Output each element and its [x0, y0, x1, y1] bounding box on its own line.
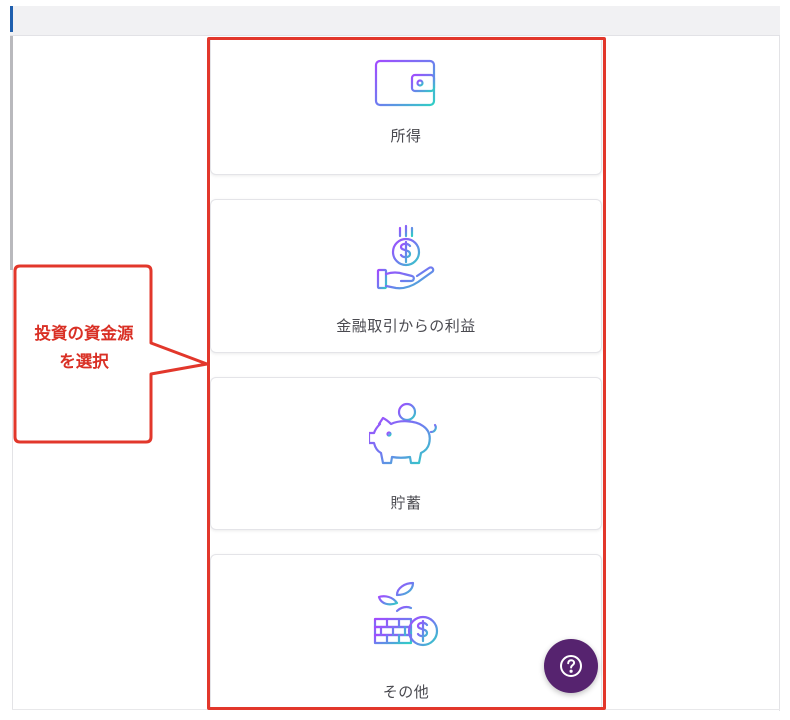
wallet-icon [374, 57, 438, 113]
option-label: その他 [382, 683, 430, 701]
hand-coin-icon [374, 224, 438, 296]
option-label: 貯蓄 [390, 494, 422, 512]
option-card-income[interactable]: 所得 [210, 38, 602, 175]
top-bar [10, 6, 780, 36]
left-divider [12, 270, 13, 710]
piggy-bank-icon [367, 402, 443, 470]
bottom-divider [12, 709, 780, 710]
option-card-savings[interactable]: 貯蓄 [210, 377, 602, 530]
top-bar-accent [10, 6, 13, 32]
help-button[interactable] [544, 639, 598, 693]
option-label: 所得 [390, 127, 422, 145]
scrollbar[interactable] [10, 36, 13, 270]
right-divider [779, 36, 780, 711]
annotation-line-2: を選択 [59, 352, 109, 371]
question-mark-icon [559, 654, 583, 682]
option-card-other[interactable]: その他 [210, 554, 602, 708]
option-label: 金融取引からの利益 [336, 317, 476, 335]
annotation-text: 投資の資金源 を選択 [18, 320, 150, 376]
source-options-list: 所得 金融取引からの利益 貯蓄 その他 [209, 38, 605, 708]
option-card-financial-profit[interactable]: 金融取引からの利益 [210, 199, 602, 353]
plant-coin-icon [371, 581, 441, 653]
annotation-line-1: 投資の資金源 [34, 324, 134, 343]
